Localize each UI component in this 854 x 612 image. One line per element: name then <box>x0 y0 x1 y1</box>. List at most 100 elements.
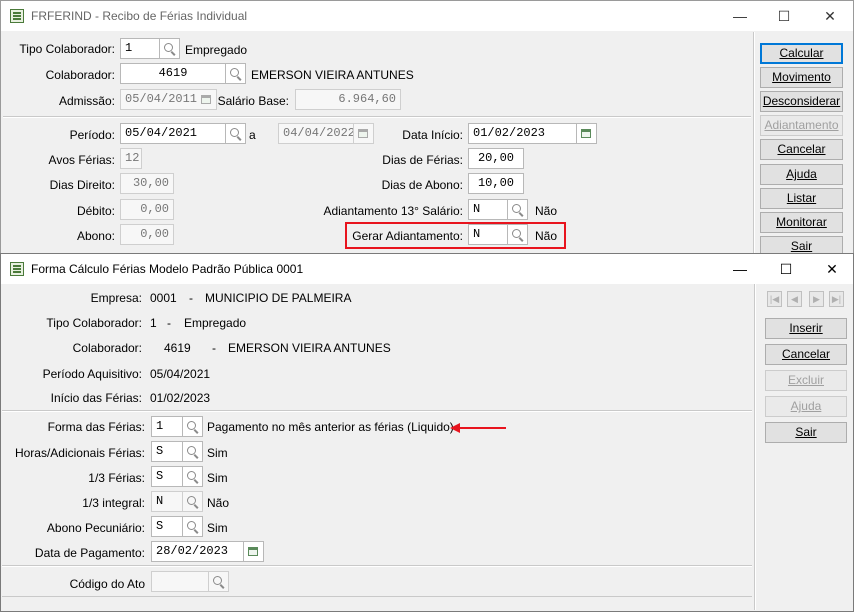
data-pagamento-calendar[interactable] <box>244 541 264 562</box>
periodo-aquisitivo-value: 05/04/2021 <box>150 367 211 381</box>
sair-button[interactable]: Sair <box>765 422 847 443</box>
um-terco-ferias-input[interactable]: S <box>151 466 183 487</box>
forma-ferias-desc: Pagamento no mês anterior as férias (Liq… <box>207 420 454 434</box>
next-record-icon: ▶ <box>809 291 824 307</box>
gerar-adiantamento-input[interactable]: N <box>468 224 508 245</box>
section-divider <box>2 565 752 567</box>
minimize-icon[interactable]: — <box>717 254 763 284</box>
empresa-label: Empresa: <box>90 291 142 305</box>
search-icon <box>512 204 521 213</box>
prev-record-icon: ◀ <box>787 291 802 307</box>
avos-ferias-label: Avos Férias: <box>48 153 115 167</box>
codigo-ato-label: Código do Ato <box>69 577 145 591</box>
tipo-colaborador-code: 1 <box>150 316 157 330</box>
periodo-start-input[interactable]: 05/04/2021 <box>120 123 226 144</box>
dias-ferias-input[interactable]: 20,00 <box>468 148 524 169</box>
cancelar-button[interactable]: Cancelar <box>760 139 843 160</box>
button-panel-divider <box>753 32 755 261</box>
search-icon <box>187 521 196 530</box>
adiantamento-13-desc: Não <box>535 204 558 218</box>
data-pagamento-label: Data de Pagamento: <box>34 546 145 560</box>
periodo-sep: a <box>249 128 256 142</box>
adiantamento-button: Adiantamento <box>760 115 843 136</box>
data-inicio-calendar[interactable] <box>577 123 597 144</box>
colaborador-lookup[interactable] <box>226 63 246 84</box>
data-inicio-input[interactable]: 01/02/2023 <box>468 123 577 144</box>
maximize-icon[interactable]: ☐ <box>761 1 807 31</box>
button-panel-divider <box>754 284 756 610</box>
recibo-ferias-window: FRFERIND - Recibo de Férias Individual —… <box>0 0 854 262</box>
listar-button[interactable]: Listar <box>760 188 843 209</box>
um-terco-integral-label: 1/3 integral: <box>82 496 145 510</box>
search-icon <box>512 229 521 238</box>
abono-pecuniario-input[interactable]: S <box>151 516 183 537</box>
abono-pecuniario-lookup[interactable] <box>183 516 203 537</box>
calendar-icon <box>248 547 258 556</box>
um-terco-integral-desc: Não <box>207 496 230 510</box>
colaborador-label: Colaborador: <box>45 68 115 82</box>
empresa-code: 0001 <box>150 291 177 305</box>
codigo-ato-input <box>151 571 209 592</box>
title-bar: FRFERIND - Recibo de Férias Individual —… <box>1 1 853 31</box>
periodo-lookup[interactable] <box>226 123 246 144</box>
ajuda-button[interactable]: Ajuda <box>760 164 843 185</box>
monitorar-button[interactable]: Monitorar <box>760 212 843 233</box>
close-icon[interactable]: ✕ <box>809 254 853 284</box>
desconsiderar-button[interactable]: Desconsiderar <box>760 91 843 112</box>
inserir-button[interactable]: Inserir <box>765 318 847 339</box>
movimento-button[interactable]: Movimento <box>760 67 843 88</box>
forma-ferias-label: Forma das Férias: <box>47 420 145 434</box>
colaborador-label: Colaborador: <box>72 341 142 355</box>
adiantamento-13-input[interactable]: N <box>468 199 508 220</box>
gerar-adiantamento-label: Gerar Adiantamento: <box>352 229 463 243</box>
horas-adicionais-label: Horas/Adicionais Férias: <box>14 446 145 460</box>
window-title: FRFERIND - Recibo de Férias Individual <box>31 9 248 23</box>
annotation-arrow-icon <box>450 423 506 433</box>
dias-abono-input[interactable]: 10,00 <box>468 173 524 194</box>
avos-ferias-input: 12 <box>120 148 142 169</box>
colaborador-code: 4619 <box>164 341 191 355</box>
dias-ferias-label: Dias de Férias: <box>382 153 463 167</box>
section-divider <box>3 116 751 118</box>
horas-adicionais-input[interactable]: S <box>151 441 183 462</box>
dias-direito-label: Dias Direito: <box>49 178 115 192</box>
abono-label: Abono: <box>76 229 115 243</box>
horas-adicionais-lookup[interactable] <box>183 441 203 462</box>
last-record-icon: ▶| <box>829 291 844 307</box>
maximize-icon[interactable]: ☐ <box>763 254 809 284</box>
debito-input: 0,00 <box>120 199 174 220</box>
gerar-adiantamento-lookup[interactable] <box>508 224 528 245</box>
tipo-colaborador-desc: Empregado <box>185 43 248 57</box>
periodo-label: Período: <box>69 128 115 142</box>
tipo-colaborador-input[interactable]: 1 <box>120 38 160 59</box>
window-title: Forma Cálculo Férias Modelo Padrão Públi… <box>31 262 304 276</box>
inicio-ferias-label: Início das Férias: <box>50 391 142 405</box>
abono-pecuniario-label: Abono Pecuniário: <box>46 521 145 535</box>
bottom-divider <box>2 596 752 597</box>
inicio-ferias-value: 01/02/2023 <box>150 391 211 405</box>
dias-abono-label: Dias de Abono: <box>381 178 463 192</box>
um-terco-ferias-lookup[interactable] <box>183 466 203 487</box>
tipo-colaborador-name: Empregado <box>184 316 247 330</box>
forma-ferias-input[interactable]: 1 <box>151 416 183 437</box>
search-icon <box>213 576 222 585</box>
data-pagamento-input[interactable]: 28/02/2023 <box>151 541 244 562</box>
cancelar-button[interactable]: Cancelar <box>765 344 847 365</box>
tipo-colaborador-lookup[interactable] <box>160 38 180 59</box>
codigo-ato-lookup <box>209 571 229 592</box>
data-inicio-label: Data Início: <box>402 128 463 142</box>
minimize-icon[interactable]: — <box>717 1 763 31</box>
calcular-button[interactable]: Calcular <box>760 43 843 64</box>
abono-input: 0,00 <box>120 224 174 245</box>
adiantamento-13-lookup[interactable] <box>508 199 528 220</box>
empresa-name: MUNICIPIO DE PALMEIRA <box>205 291 352 305</box>
periodo-aquisitivo-label: Período Aquisitivo: <box>42 367 142 381</box>
colaborador-input[interactable]: 4619 <box>120 63 226 84</box>
search-icon <box>164 43 173 52</box>
forma-ferias-lookup[interactable] <box>183 416 203 437</box>
excluir-button: Excluir <box>765 370 847 391</box>
app-icon <box>10 262 24 276</box>
dias-direito-input: 30,00 <box>120 173 174 194</box>
close-icon[interactable]: ✕ <box>807 1 853 31</box>
um-terco-integral-input: N <box>151 491 183 512</box>
